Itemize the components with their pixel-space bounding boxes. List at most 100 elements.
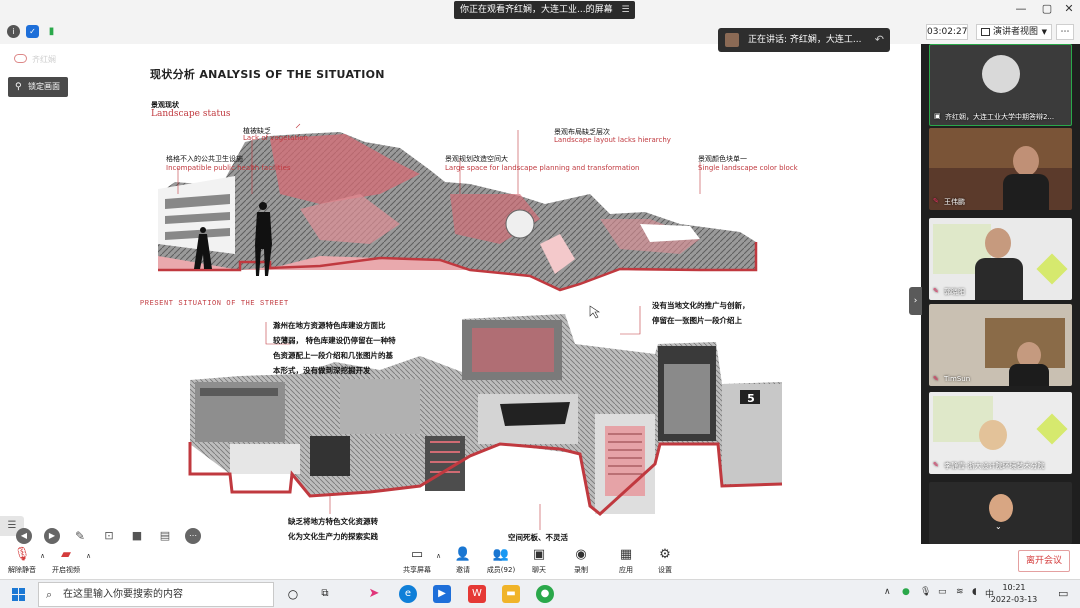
note-bottom-mid: 空间死板、不灵活 (508, 533, 568, 542)
share-screen-label: 共享屏幕 (403, 566, 431, 574)
participant-name: ✎ TimSun (933, 375, 970, 383)
shield-icon[interactable]: ✓ (26, 25, 39, 38)
chat-button[interactable]: ▣ 聊天 (517, 547, 561, 575)
maximize-button[interactable]: ▢ (1040, 2, 1054, 15)
share-notice[interactable]: 你正在观看齐红娴，大连工业...的屏幕 ☰ (454, 1, 635, 19)
wps-icon[interactable]: W (468, 585, 486, 603)
taskbar-clock[interactable]: 10:21 2022-03-13 (990, 582, 1038, 606)
settings-button[interactable]: ⚙ 设置 (643, 547, 687, 575)
wechat-icon[interactable]: ● (536, 585, 554, 603)
note-culture-line: 没有当地文化的推广与创新， (652, 301, 750, 310)
tray-app-icon[interactable]: ● (902, 587, 910, 597)
clock-time: 10:21 (1002, 583, 1026, 592)
windows-start-icon[interactable] (12, 588, 25, 601)
collapse-panel-button[interactable]: › (909, 287, 922, 315)
watermark: 齐红娴 (32, 55, 56, 64)
menu-icon: ☰ (621, 5, 630, 15)
presentation-slide: 齐红娴 ⚲ 锁定画面 现状分析 ANALYSIS OF THE SITUATIO… (0, 44, 921, 544)
camera-icon[interactable]: ■ (129, 528, 145, 544)
label-en-planning: Large space for landscape planning and t… (445, 164, 640, 172)
participant-name: ✎ 李静霞-浙大设计院环境艺术分院 (933, 461, 1045, 471)
participant-tile[interactable]: ✎ 李静霞-浙大设计院环境艺术分院 (929, 392, 1072, 474)
label-cn-planning: 景观规划改造空间大 (445, 155, 508, 163)
chevron-up-icon[interactable]: ∧ (884, 587, 891, 597)
pen-icon[interactable]: ✎ (72, 528, 88, 544)
share-screen-button[interactable]: ▭ 共享屏幕 (395, 547, 439, 575)
video-off-icon: ▰ (61, 547, 71, 562)
notification-icon[interactable]: ▭ (1058, 587, 1068, 600)
apps-button[interactable]: ▦ 应用 (604, 547, 648, 575)
avatar (985, 228, 1011, 258)
leave-meeting-button[interactable]: 离开会议 (1018, 550, 1070, 572)
meeting-toolbar: 🎙 解除静音 ∧ ▰ 开启视频 ∧ ▭ 共享屏幕 ∧ 👤 邀请 👥 成员(92)… (0, 544, 1080, 579)
participants-panel: ▣ 齐红娴，大连工业大学中期答辩2... ✎ 王伟鹏 ✎ 郭晓阳 ✎ TimSu… (921, 44, 1080, 544)
caption-icon[interactable]: ▤ (157, 528, 173, 544)
title-bar: 你正在观看齐红娴，大连工业...的屏幕 ☰ — ▢ ✕ (0, 0, 1080, 20)
note-library: 滁州在地方资源特色库建设方面比 较薄弱， 特色库建设仍停留在一种特 色资源配上一… (273, 318, 396, 378)
close-button[interactable]: ✕ (1062, 2, 1076, 15)
app-arrow-icon[interactable]: ➤ (365, 585, 383, 603)
shoulders (975, 258, 1023, 300)
shoulders (1003, 174, 1049, 210)
screenshot-icon[interactable]: ⊡ (101, 528, 117, 544)
unmute-button[interactable]: 🎙 解除静音 (0, 547, 44, 575)
cloud-icon (14, 54, 27, 63)
screen-share-icon: ▣ (934, 112, 941, 120)
edge-browser-icon[interactable]: e (399, 585, 417, 603)
poster-graphic (1036, 253, 1068, 285)
participant-tile[interactable]: ✎ 王伟鹏 (929, 128, 1072, 210)
meeting-timer: 03:02:27 (926, 24, 968, 40)
prev-page-icon[interactable]: ◀ (16, 528, 32, 544)
label-en-facilities: Incompatible public health facilities (166, 164, 291, 172)
participant-name-text: 王伟鹏 (944, 198, 965, 206)
participant-name-text: 郭晓阳 (944, 288, 965, 296)
record-button[interactable]: ◉ 录制 (559, 547, 603, 575)
play-icon[interactable]: ▶ (44, 528, 60, 544)
unmute-label: 解除静音 (8, 566, 36, 574)
participant-name-text: TimSun (944, 375, 971, 383)
more-button[interactable]: ⋯ (1056, 24, 1074, 40)
file-explorer-icon[interactable]: ▬ (502, 585, 520, 603)
participant-tile[interactable]: ✎ TimSun (929, 304, 1072, 386)
shared-screen: 齐红娴 ⚲ 锁定画面 现状分析 ANALYSIS OF THE SITUATIO… (0, 44, 921, 544)
signal-icon[interactable]: ▮ (45, 25, 58, 38)
mic-muted-icon: ✎ (933, 461, 939, 469)
view-mode-button[interactable]: 演讲者视图 ▼ (976, 24, 1052, 40)
note-culture-line: 停留在一张图片一段介绍上 (652, 316, 742, 325)
avatar (989, 494, 1013, 522)
return-icon[interactable]: ↶ (875, 28, 884, 52)
more-options-icon[interactable]: ⋯ (185, 528, 201, 544)
participant-tile[interactable]: ▣ 齐红娴，大连工业大学中期答辩2... (929, 44, 1072, 126)
note-library-line: 滁州在地方资源特色库建设方面比 (273, 321, 386, 330)
taskbar-search-input[interactable]: ⌕ 在这里输入你要搜索的内容 (38, 582, 274, 607)
note-library-line: 本形式，没有做到深挖掘开发 (273, 366, 371, 375)
info-icon[interactable]: i (7, 25, 20, 38)
minimize-button[interactable]: — (1014, 2, 1028, 15)
participant-tile[interactable]: ⌄ (929, 482, 1072, 544)
battery-icon[interactable]: ▭ (938, 587, 947, 597)
mic-muted-icon: ✎ (933, 287, 939, 295)
note-bottom-line: 化为文化生产力的探索实践 (288, 532, 378, 541)
chevron-down-icon[interactable]: ⌄ (995, 522, 1002, 531)
speaking-text: 正在讲话: 齐红娴，大连工... (748, 35, 862, 45)
task-view-icon[interactable]: ⧉ (316, 585, 334, 603)
note-culture: 没有当地文化的推广与创新， 停留在一张图片一段介绍上 (652, 298, 750, 328)
mic-icon[interactable]: 🎙 (920, 587, 931, 597)
volume-icon[interactable]: ◖ (972, 587, 977, 597)
start-video-label: 开启视频 (52, 566, 80, 574)
wifi-icon[interactable]: ≋ (956, 587, 964, 597)
label-cn-color: 景观颜色块单一 (698, 155, 747, 163)
booth-number: 5 (747, 392, 755, 405)
invite-label: 邀请 (456, 566, 470, 574)
start-video-button[interactable]: ▰ 开启视频 (44, 547, 88, 575)
meeting-app-icon[interactable]: ▶ (433, 585, 451, 603)
chevron-up-icon[interactable]: ∧ (86, 552, 91, 560)
lock-screen-button[interactable]: ⚲ 锁定画面 (8, 77, 68, 97)
participant-tile[interactable]: ✎ 郭晓阳 (929, 218, 1072, 300)
avatar (725, 33, 739, 47)
meeting-info-bar: i ✓ ▮ 03:02:27 演讲者视图 ▼ ⋯ (0, 20, 1080, 44)
cortana-icon[interactable]: ○ (284, 585, 302, 603)
search-placeholder: 在这里输入你要搜索的内容 (63, 589, 183, 600)
note-library-line: 较薄弱， 特色库建设仍停留在一种特 (273, 336, 396, 345)
mouse-cursor (589, 305, 600, 319)
